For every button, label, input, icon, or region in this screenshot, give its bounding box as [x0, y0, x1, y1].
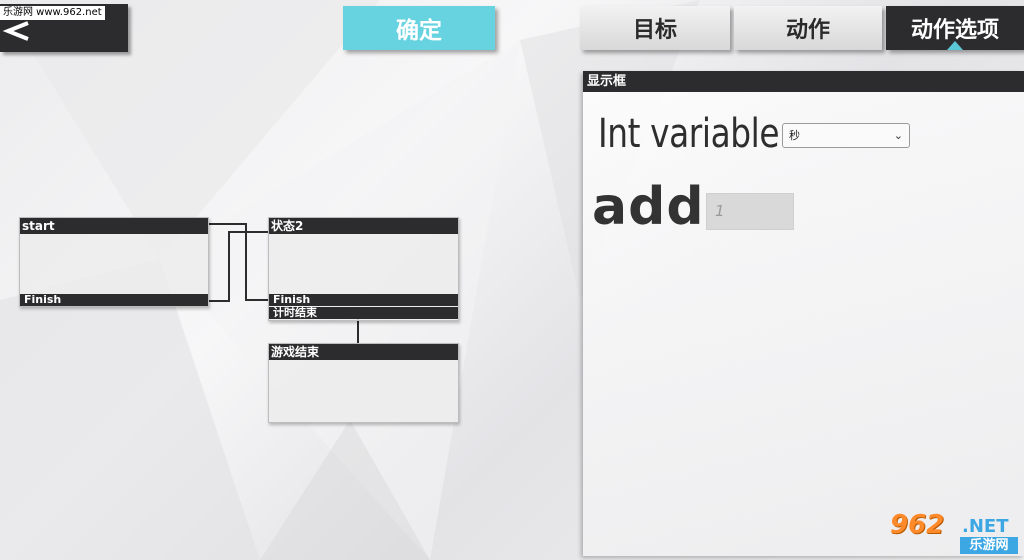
- state-event-finish[interactable]: Finish: [20, 294, 208, 306]
- state-node-game-over[interactable]: 游戏结束: [268, 343, 459, 423]
- state-event-timer-end[interactable]: 计时结束: [269, 307, 458, 319]
- state-node-state2[interactable]: 状态2 Finish 计时结束: [268, 217, 459, 321]
- state-node-title: 状态2: [269, 218, 458, 234]
- watermark-logo: 962 .NET 乐游网: [884, 510, 1020, 556]
- watermark-site-text: 乐游网 www.962.net: [0, 6, 105, 20]
- state-event-finish[interactable]: Finish: [269, 294, 458, 306]
- state-node-title: start: [20, 218, 208, 234]
- watermark-logo-cn: 乐游网: [960, 537, 1018, 554]
- state-node-start[interactable]: start Finish: [19, 217, 209, 307]
- watermark-logo-number: 962: [890, 510, 945, 540]
- watermark-logo-net: .NET: [962, 516, 1009, 537]
- state-node-title: 游戏结束: [269, 344, 458, 360]
